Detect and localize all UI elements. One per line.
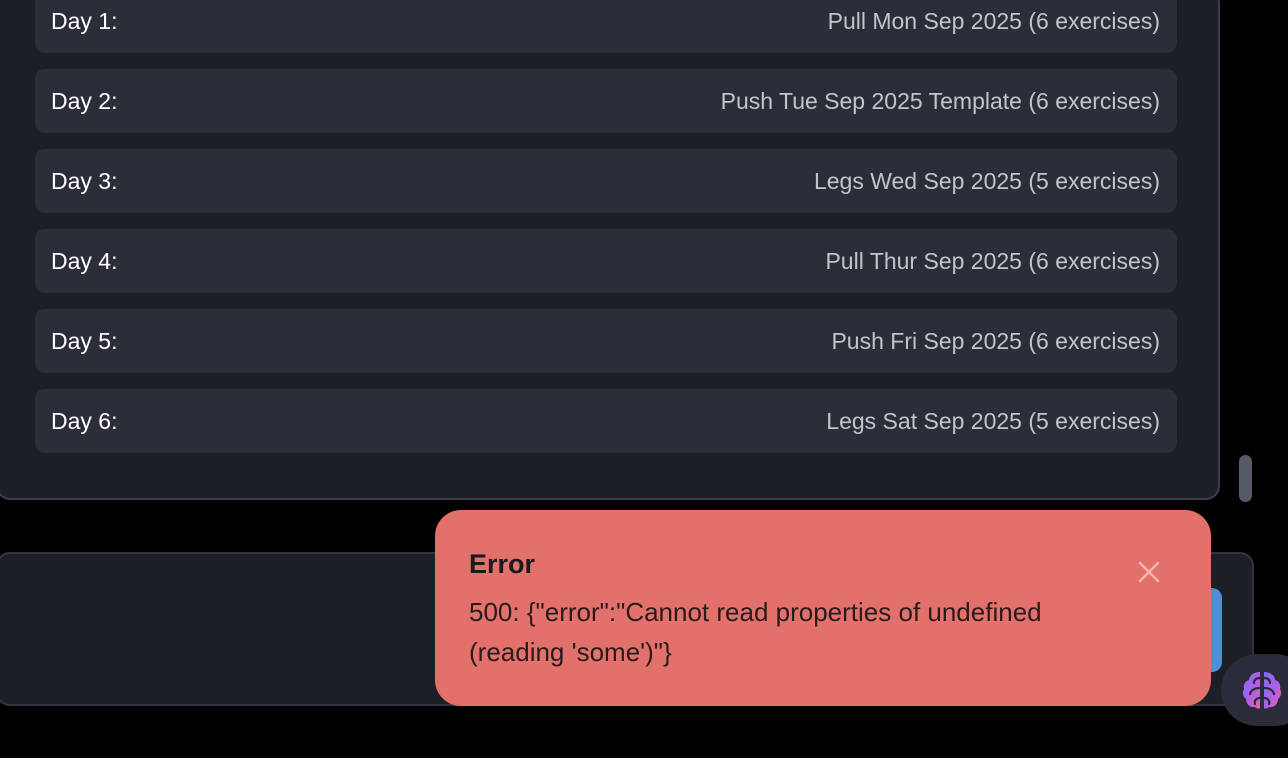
day-label: Day 4:	[51, 247, 118, 274]
brain-icon[interactable]	[1240, 668, 1284, 712]
day-workout: Legs Sat Sep 2025 (5 exercises)	[826, 407, 1160, 434]
day-row-3[interactable]: Day 3: Legs Wed Sep 2025 (5 exercises)	[35, 149, 1177, 213]
page: Day 1: Pull Mon Sep 2025 (6 exercises) D…	[0, 0, 1288, 758]
day-workout: Push Tue Sep 2025 Template (6 exercises)	[720, 87, 1160, 114]
day-workout: Pull Thur Sep 2025 (6 exercises)	[825, 247, 1160, 274]
day-label: Day 1:	[51, 7, 118, 34]
day-row-6[interactable]: Day 6: Legs Sat Sep 2025 (5 exercises)	[35, 389, 1177, 453]
scrollbar-thumb[interactable]	[1239, 455, 1252, 502]
day-label: Day 2:	[51, 87, 118, 114]
toast-title: Error	[469, 549, 536, 579]
schedule-panel: Day 1: Pull Mon Sep 2025 (6 exercises) D…	[0, 0, 1220, 500]
toast-message: 500: {"error":"Cannot read properties of…	[469, 597, 1042, 667]
day-row-2[interactable]: Day 2: Push Tue Sep 2025 Template (6 exe…	[35, 69, 1177, 133]
day-workout: Legs Wed Sep 2025 (5 exercises)	[813, 167, 1160, 194]
day-label: Day 3:	[51, 167, 118, 194]
day-workout: Pull Mon Sep 2025 (6 exercises)	[827, 7, 1160, 34]
day-workout: Push Fri Sep 2025 (6 exercises)	[831, 327, 1160, 354]
day-label: Day 6:	[51, 407, 118, 434]
close-icon[interactable]	[1136, 559, 1162, 585]
day-row-1[interactable]: Day 1: Pull Mon Sep 2025 (6 exercises)	[35, 0, 1177, 53]
day-label: Day 5:	[51, 327, 118, 354]
day-row-4[interactable]: Day 4: Pull Thur Sep 2025 (6 exercises)	[35, 229, 1177, 293]
error-toast: Error 500: {"error":"Cannot read propert…	[435, 510, 1211, 706]
day-row-5[interactable]: Day 5: Push Fri Sep 2025 (6 exercises)	[35, 309, 1177, 373]
